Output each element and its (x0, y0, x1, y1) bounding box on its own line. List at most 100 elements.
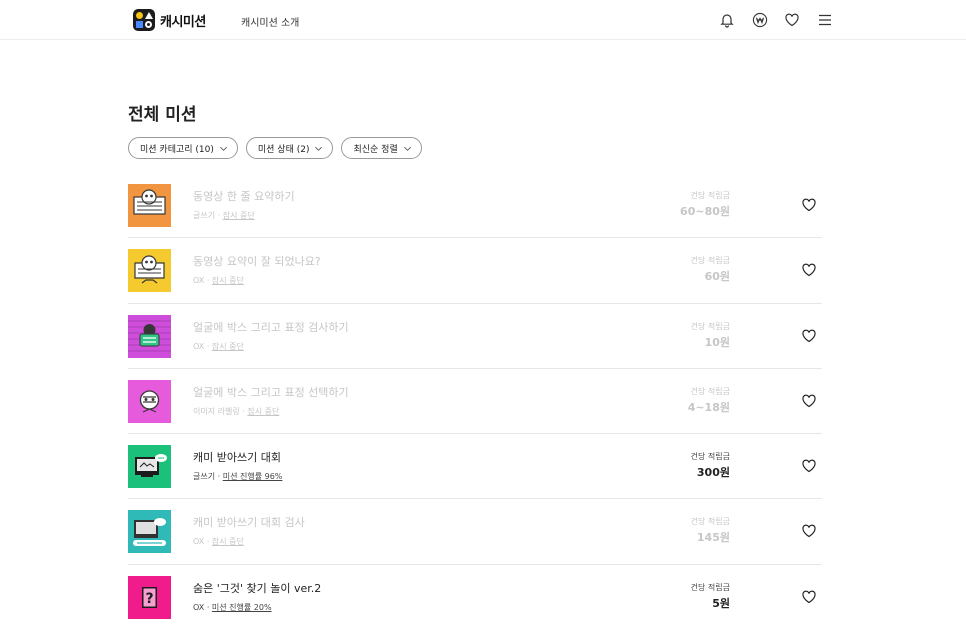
reward-label: 건당 적립금 (690, 517, 730, 527)
mission-thumbnail-image: ? (128, 575, 171, 619)
mission-title[interactable]: 숨은 '그것' 찾기 놀이 ver.2 (193, 580, 321, 596)
mission-thumbnail-image (128, 184, 171, 227)
reward-block: 건당 적립금 5원 (691, 582, 730, 611)
reward-label: 건당 적립금 (690, 386, 730, 396)
mission-category: 이미지 라벨링 (193, 406, 240, 416)
mission-thumbnail (128, 249, 171, 293)
mission-category: OX (193, 276, 205, 286)
mission-thumbnail: ? (128, 575, 171, 619)
mission-meta: OX · 잠시 중단 (193, 341, 349, 352)
filter-status-dropdown[interactable]: 미션 상태 (2) (245, 137, 334, 159)
mission-category: OX (193, 602, 205, 612)
reward-block: 건당 적립금 4~18원 (688, 386, 730, 415)
reward-label: 건당 적립금 (690, 321, 730, 331)
mission-thumbnail (128, 445, 171, 489)
reward-amount: 60원 (704, 270, 730, 284)
mission-meta: 글쓰기 · 미션 진행률 96% (193, 471, 282, 482)
favorite-heart-icon[interactable] (801, 589, 817, 605)
mission-thumbnail-image (128, 445, 171, 489)
mission-thumbnail (128, 314, 171, 358)
mission-meta: OX · 잠시 중단 (193, 536, 305, 547)
mission-meta: OX · 미션 진행률 20% (193, 602, 321, 613)
meta-separator: · (217, 211, 221, 220)
favorite-heart-icon[interactable] (801, 458, 817, 474)
logo[interactable]: 캐시미션 (133, 9, 206, 31)
mission-row[interactable]: 동영상 요약이 잘 되었나요? OX · 잠시 중단 건당 적립금 60원 (128, 238, 822, 304)
mission-title[interactable]: 캐미 받아쓰기 대회 검사 (193, 514, 305, 530)
favorite-heart-icon[interactable] (801, 197, 817, 213)
chevron-down-icon (315, 146, 323, 151)
sort-label: 최신순 정렬 (353, 144, 398, 155)
mission-status: 잠시 중단 (211, 276, 244, 286)
heart-icon[interactable] (783, 11, 801, 29)
mission-thumbnail (128, 184, 171, 227)
svg-text:?: ? (145, 591, 153, 607)
mission-category: 글쓰기 (193, 472, 216, 482)
reward-label: 건당 적립금 (690, 256, 730, 266)
chevron-down-icon (403, 146, 411, 151)
reward-amount: 10원 (704, 335, 730, 349)
bell-icon[interactable] (718, 11, 736, 29)
reward-amount: 5원 (712, 596, 730, 610)
reward-amount: 145원 (696, 531, 730, 545)
won-icon[interactable] (751, 11, 769, 29)
reward-block: 건당 적립금 145원 (691, 516, 730, 545)
reward-label: 건당 적립금 (690, 452, 730, 462)
meta-separator: · (206, 537, 210, 547)
mission-thumbnail (128, 379, 171, 423)
mission-row[interactable]: 동영상 한 줄 요약하기 글쓰기 · 잠시 중단 건당 적립금 60~80원 (128, 173, 822, 239)
reward-amount: 4~18원 (687, 400, 730, 414)
mission-row[interactable]: 얼굴에 박스 그리고 표정 검사하기 OX · 잠시 중단 건당 적립금 10원 (128, 304, 822, 369)
reward-amount: 300원 (696, 466, 730, 480)
mission-meta: 이미지 라벨링 · 잠시 중단 (193, 406, 349, 417)
meta-separator: · (206, 341, 210, 351)
mission-thumbnail-image (128, 379, 171, 423)
mission-status: 미션 진행률 20% (211, 602, 272, 612)
mission-title[interactable]: 동영상 요약이 잘 되었나요? (193, 253, 321, 269)
mission-title[interactable]: 캐미 받아쓰기 대회 (193, 449, 282, 465)
filter-status-label: 미션 상태 (2) (257, 144, 310, 155)
mission-title[interactable]: 얼굴에 박스 그리고 표정 검사하기 (193, 319, 349, 335)
mission-status: 잠시 중단 (211, 537, 244, 547)
mission-thumbnail-image (128, 510, 171, 554)
mission-thumbnail (128, 510, 171, 554)
reward-label: 건당 적립금 (690, 582, 730, 592)
mission-status: 잠시 중단 (222, 211, 255, 220)
mission-row[interactable]: 캐미 받아쓰기 대회 검사 OX · 잠시 중단 건당 적립금 145원 (128, 499, 822, 565)
mission-status: 잠시 중단 (247, 406, 280, 416)
chevron-down-icon (219, 146, 227, 151)
reward-amount: 60~80원 (680, 205, 730, 218)
meta-separator: · (242, 406, 245, 416)
favorite-heart-icon[interactable] (801, 523, 817, 539)
favorite-heart-icon[interactable] (801, 328, 817, 344)
top-header: 캐시미션 캐시미션 소개 (0, 0, 966, 40)
meta-separator: · (217, 472, 221, 482)
reward-block: 건당 적립금 60~80원 (680, 190, 730, 219)
filter-category-dropdown[interactable]: 미션 카테고리 (10) (128, 137, 238, 159)
mission-row[interactable]: 얼굴에 박스 그리고 표정 선택하기 이미지 라벨링 · 잠시 중단 건당 적립… (128, 369, 822, 435)
reward-block: 건당 적립금 300원 (691, 451, 730, 480)
mission-list: 동영상 한 줄 요약하기 글쓰기 · 잠시 중단 건당 적립금 60~80원 동… (128, 173, 822, 630)
page-title: 전체 미션 (128, 105, 197, 125)
favorite-heart-icon[interactable] (801, 262, 817, 278)
mission-meta: 글쓰기 · 잠시 중단 (193, 210, 295, 221)
mission-category: 글쓰기 (193, 211, 216, 220)
mission-title[interactable]: 얼굴에 박스 그리고 표정 선택하기 (193, 384, 349, 400)
reward-block: 건당 적립금 60원 (691, 255, 730, 284)
meta-separator: · (206, 276, 210, 286)
reward-block: 건당 적립금 10원 (691, 321, 730, 350)
sort-dropdown[interactable]: 최신순 정렬 (341, 137, 422, 159)
nav-intro-link[interactable]: 캐시미션 소개 (241, 14, 299, 29)
menu-icon[interactable] (816, 11, 834, 29)
mission-row[interactable]: 캐미 받아쓰기 대회 글쓰기 · 미션 진행률 96% 건당 적립금 300원 (128, 434, 822, 500)
mission-title[interactable]: 동영상 한 줄 요약하기 (193, 188, 295, 204)
filter-category-label: 미션 카테고리 (10) (140, 144, 214, 155)
logo-icon (133, 9, 155, 31)
mission-thumbnail-image (128, 249, 171, 293)
mission-meta: OX · 잠시 중단 (193, 275, 321, 286)
mission-category: OX (193, 537, 205, 547)
mission-status: 미션 진행률 96% (222, 472, 283, 482)
mission-row[interactable]: ? 숨은 '그것' 찾기 놀이 ver.2 OX · 미션 진행률 20% 건당… (128, 565, 822, 630)
logo-text: 캐시미션 (160, 14, 206, 30)
favorite-heart-icon[interactable] (801, 393, 817, 409)
